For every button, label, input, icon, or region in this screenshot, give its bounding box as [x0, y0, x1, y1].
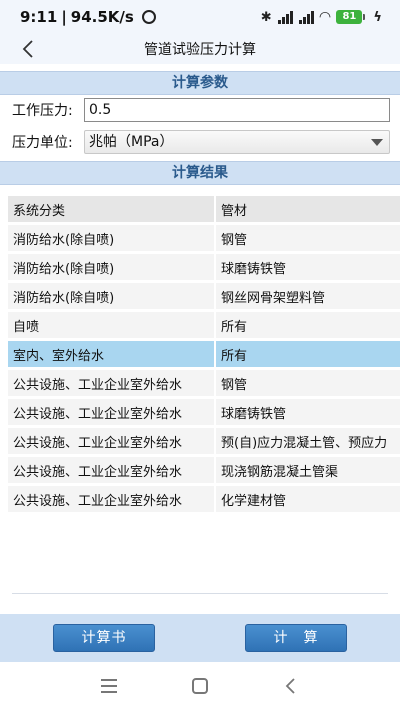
results-section-header: 计算结果 [0, 161, 400, 185]
cell-system: 公共设施、工业企业室外给水 [8, 486, 214, 512]
table-row[interactable]: 消防给水(除自喷) 钢管 [8, 225, 400, 251]
cell-material: 所有 [214, 312, 400, 338]
cell-system: 公共设施、工业企业室外给水 [8, 457, 214, 483]
table-row[interactable]: 公共设施、工业企业室外给水 现浇钢筋混凝土管渠 [8, 457, 400, 483]
cell-material: 球磨铸铁管 [214, 399, 400, 425]
column-header-material: 管材 [214, 196, 400, 222]
calculate-button[interactable]: 计 算 [245, 624, 347, 652]
results-table: 系统分类 管材 消防给水(除自喷) 钢管 消防给水(除自喷) 球磨铸铁管 消防给… [8, 193, 400, 515]
home-icon[interactable] [192, 678, 208, 694]
table-row[interactable]: 公共设施、工业企业室外给水 球磨铸铁管 [8, 399, 400, 425]
signal-icon [277, 10, 293, 24]
clock: 9:11 [20, 8, 58, 26]
system-nav-bar [0, 662, 400, 711]
work-pressure-input[interactable] [84, 98, 390, 122]
cell-material: 所有 [214, 341, 400, 367]
cell-system: 消防给水(除自喷) [8, 254, 214, 280]
report-button[interactable]: 计算书 [53, 624, 155, 652]
pressure-unit-label: 压力单位: [12, 135, 73, 151]
separator: | [61, 8, 67, 26]
cell-system: 室内、室外给水 [8, 341, 214, 367]
battery-icon: 81 [336, 10, 366, 24]
pressure-unit-value: 兆帕（MPa） [89, 134, 174, 150]
table-row[interactable]: 公共设施、工业企业室外给水 化学建材管 [8, 486, 400, 512]
battery-tip [363, 14, 366, 20]
table-row[interactable]: 消防给水(除自喷) 球磨铸铁管 [8, 254, 400, 280]
bluetooth-icon: ✱ [260, 9, 272, 25]
page-title: 管道试验压力计算 [144, 42, 256, 58]
pressure-unit-select[interactable]: 兆帕（MPa） [84, 130, 390, 154]
bottom-action-bar: 计算书 计 算 [0, 614, 400, 662]
table-row-selected[interactable]: 室内、室外给水 所有 [8, 341, 400, 367]
status-right: ✱ ◠ 81 ϟ [261, 9, 382, 25]
cell-system: 消防给水(除自喷) [8, 283, 214, 309]
divider [12, 593, 388, 594]
cell-system: 消防给水(除自喷) [8, 225, 214, 251]
table-row[interactable]: 公共设施、工业企业室外给水 钢管 [8, 370, 400, 396]
cell-material: 钢丝网骨架塑料管 [214, 283, 400, 309]
table-row[interactable]: 公共设施、工业企业室外给水 预(自)应力混凝土管、预应力 [8, 428, 400, 454]
status-bar: 9:11 | 94.5K/s ✱ ◠ 81 ϟ [0, 0, 400, 34]
cell-system: 自喷 [8, 312, 214, 338]
cell-system: 公共设施、工业企业室外给水 [8, 399, 214, 425]
cell-material: 钢管 [214, 370, 400, 396]
signal-icon-2 [298, 10, 314, 24]
params-section-header: 计算参数 [0, 71, 400, 95]
cell-material: 化学建材管 [214, 486, 400, 512]
menu-icon[interactable] [101, 679, 117, 693]
pressure-unit-row: 压力单位: 兆帕（MPa） [12, 130, 390, 154]
back-icon[interactable] [284, 677, 298, 695]
cell-material: 预(自)应力混凝土管、预应力 [214, 428, 400, 454]
work-pressure-label: 工作压力: [12, 103, 73, 119]
battery-level: 81 [336, 10, 363, 24]
table-row[interactable]: 自喷 所有 [8, 312, 400, 338]
table-row[interactable]: 消防给水(除自喷) 钢丝网骨架塑料管 [8, 283, 400, 309]
app-bar: 管道试验压力计算 [0, 34, 400, 64]
wifi-icon: ◠ [319, 9, 331, 25]
alarm-icon [141, 10, 156, 24]
charging-icon: ϟ [373, 9, 382, 25]
status-left: 9:11 | 94.5K/s [20, 8, 156, 26]
dropdown-arrow-icon [371, 139, 383, 146]
column-header-system: 系统分类 [8, 196, 214, 222]
cell-material: 球磨铸铁管 [214, 254, 400, 280]
cell-system: 公共设施、工业企业室外给水 [8, 428, 214, 454]
work-pressure-row: 工作压力: [12, 98, 390, 122]
cell-material: 钢管 [214, 225, 400, 251]
cell-material: 现浇钢筋混凝土管渠 [214, 457, 400, 483]
table-header-row: 系统分类 管材 [8, 196, 400, 222]
net-speed: 94.5K/s [70, 8, 134, 26]
cell-system: 公共设施、工业企业室外给水 [8, 370, 214, 396]
